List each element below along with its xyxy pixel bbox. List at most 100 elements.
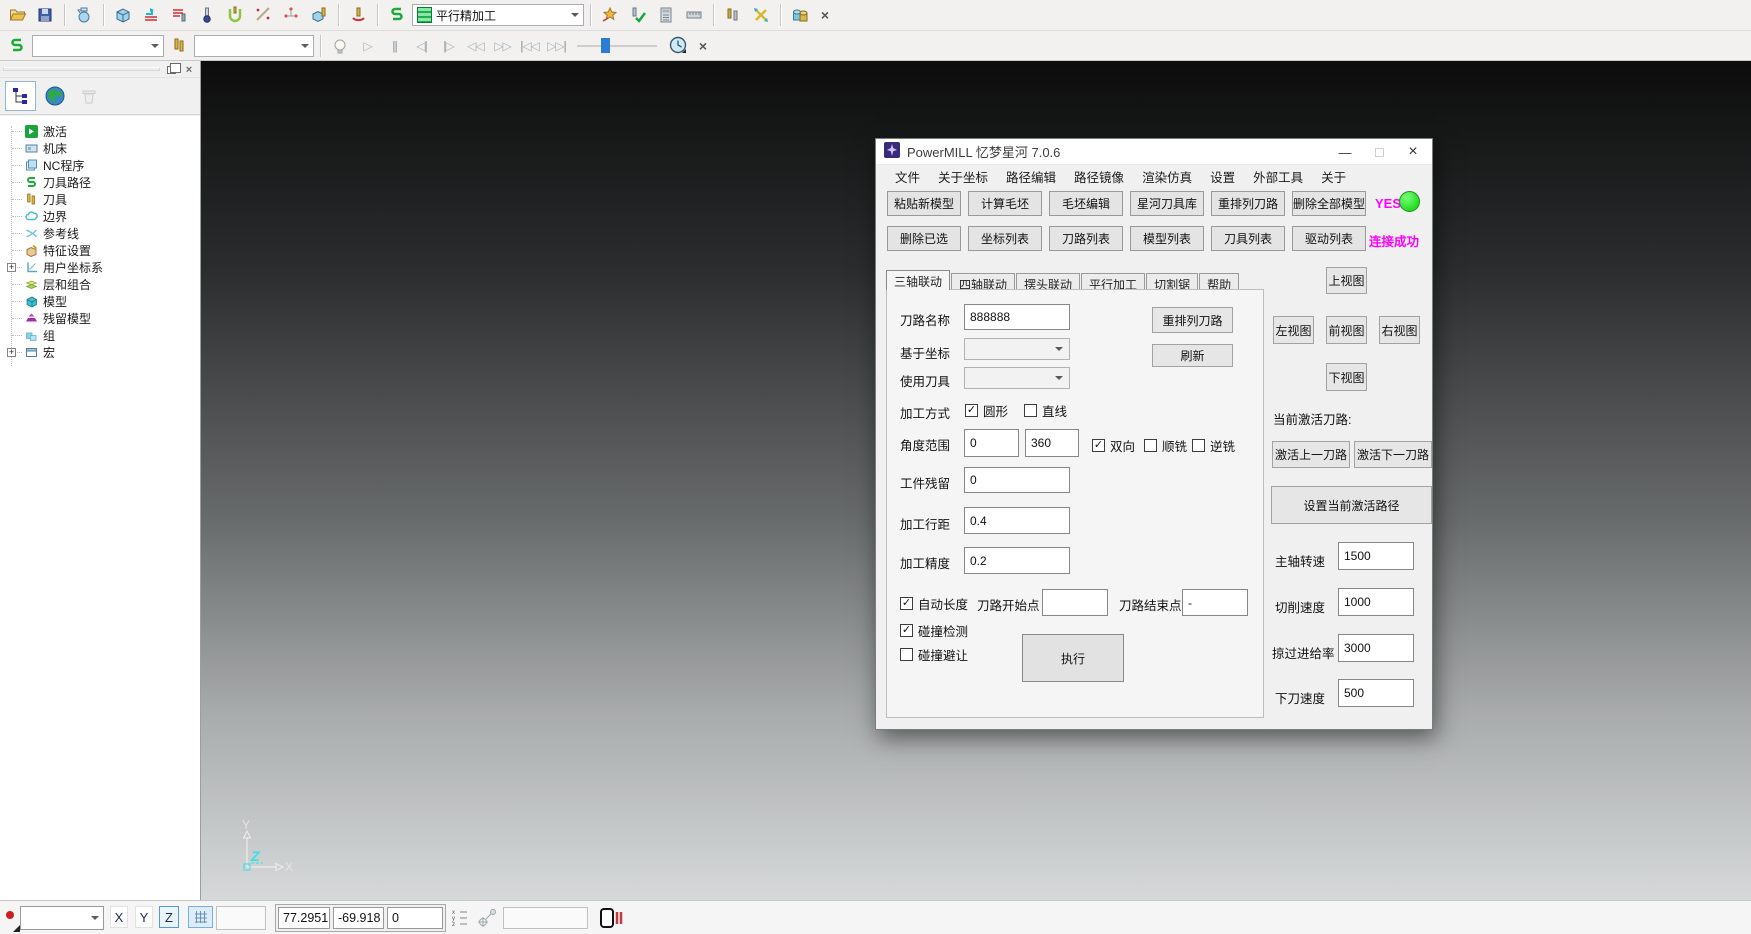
- rearrange-button[interactable]: 重排列刀路: [1152, 307, 1233, 333]
- checkbox-checked[interactable]: ✓: [900, 597, 913, 610]
- coord-readout-icon[interactable]: xyz: [452, 908, 470, 932]
- drive-list-button[interactable]: 驱动列表: [1292, 226, 1366, 251]
- angle-to-input[interactable]: 360: [1025, 429, 1079, 457]
- expand-icon[interactable]: +: [7, 263, 16, 272]
- view-bottom-button[interactable]: 下视图: [1326, 363, 1367, 391]
- tab-saw-cut[interactable]: 切割锯: [1146, 273, 1198, 290]
- play-icon[interactable]: ▷: [355, 35, 380, 57]
- start-point-input[interactable]: [1042, 589, 1108, 616]
- probe-pick-icon[interactable]: [477, 908, 497, 932]
- menu-path-edit[interactable]: 路径编辑: [997, 167, 1065, 186]
- sim-toolpath-combobox[interactable]: [32, 35, 164, 57]
- toolpath-verify-icon[interactable]: [625, 3, 651, 28]
- toolbar-close-icon[interactable]: ×: [815, 5, 835, 25]
- skim-feed-input[interactable]: 3000: [1338, 634, 1414, 662]
- view-top-button[interactable]: 上视图: [1326, 267, 1367, 294]
- web-globe-tab[interactable]: [39, 81, 70, 111]
- tree-item-patterns[interactable]: 参考线: [7, 225, 200, 242]
- workplane-icon[interactable]: [306, 3, 332, 28]
- shade-lightbulb-icon[interactable]: [327, 33, 353, 58]
- slider-handle[interactable]: [601, 38, 610, 53]
- model-list-button[interactable]: 模型列表: [1130, 226, 1204, 251]
- menu-path-mirror[interactable]: 路径镜像: [1065, 167, 1133, 186]
- chevron-down-icon[interactable]: [571, 13, 579, 17]
- tree-item-groups[interactable]: 组: [7, 327, 200, 344]
- collision-check-checkbox[interactable]: ✓碰撞检测: [900, 621, 968, 640]
- tree-item-toolpaths[interactable]: 刀具路径: [7, 174, 200, 191]
- chevron-down-icon[interactable]: [151, 44, 159, 48]
- tree-item-models[interactable]: 模型: [7, 293, 200, 310]
- checkbox-unchecked[interactable]: [900, 648, 913, 661]
- feeds-speeds-icon[interactable]: [138, 3, 164, 28]
- go-to-end-icon[interactable]: ▷▷|: [544, 35, 569, 57]
- step-forward-icon[interactable]: |▷: [436, 35, 461, 57]
- climb-mill-checkbox[interactable]: 顺铣: [1144, 436, 1187, 455]
- paste-new-model-button[interactable]: 粘贴新模型: [887, 191, 961, 216]
- mode-circle-checkbox[interactable]: ✓圆形: [965, 401, 1008, 420]
- toolpath-name-input[interactable]: 888888: [964, 304, 1070, 330]
- active-strategy-combobox[interactable]: 平行精加工: [412, 4, 584, 26]
- menu-external-tools[interactable]: 外部工具: [1244, 167, 1312, 186]
- use-tool-select[interactable]: [964, 367, 1070, 389]
- maximize-icon[interactable]: [1362, 139, 1396, 165]
- checkbox-checked[interactable]: ✓: [900, 624, 913, 637]
- grid-size-field[interactable]: [216, 906, 266, 930]
- save-project-icon[interactable]: [32, 3, 58, 28]
- delete-all-models-button[interactable]: 删除全部模型: [1292, 191, 1366, 216]
- screen-rotate-icon[interactable]: [600, 907, 626, 931]
- sim-tool-combobox[interactable]: [194, 35, 314, 57]
- cutting-speed-input[interactable]: 1000: [1338, 588, 1414, 616]
- fast-forward-icon[interactable]: ▷▷: [490, 35, 515, 57]
- feature-set-icon[interactable]: [278, 3, 304, 28]
- checkbox-unchecked[interactable]: [1144, 439, 1157, 452]
- open-project-icon[interactable]: [4, 3, 30, 28]
- coord-z-field[interactable]: 0: [387, 907, 443, 929]
- tab-help[interactable]: 帮助: [1199, 273, 1239, 290]
- panel-grip-bar[interactable]: ×: [0, 61, 200, 78]
- tool-change-icon[interactable]: [720, 3, 746, 28]
- tree-item-feature-sets[interactable]: 特征设置: [7, 242, 200, 259]
- stepover-input[interactable]: 0.4: [964, 507, 1070, 534]
- calculator-icon[interactable]: [653, 3, 679, 28]
- rearrange-toolpaths-button[interactable]: 重排列刀路: [1211, 191, 1285, 216]
- collision-avoid-checkbox[interactable]: 碰撞避让: [900, 645, 968, 664]
- workplane-combobox[interactable]: [20, 906, 104, 930]
- toolpath-list-button[interactable]: 刀路列表: [1049, 226, 1123, 251]
- view-front-button[interactable]: 前视图: [1326, 316, 1367, 344]
- tree-item-stock-models[interactable]: 残留模型: [7, 310, 200, 327]
- refresh-button[interactable]: 刷新: [1152, 344, 1233, 367]
- tree-item-macros[interactable]: +宏: [7, 344, 200, 361]
- tree-item-tools[interactable]: 刀具: [7, 191, 200, 208]
- block-edit-button[interactable]: 毛坯编辑: [1049, 191, 1123, 216]
- angle-from-input[interactable]: 0: [964, 429, 1019, 457]
- go-to-start-icon[interactable]: |◁◁: [517, 35, 542, 57]
- mode-line-checkbox[interactable]: 直线: [1024, 401, 1067, 420]
- axis-z-button[interactable]: Z: [159, 906, 179, 928]
- based-coord-select[interactable]: [964, 338, 1070, 360]
- transform-icon[interactable]: [748, 3, 774, 28]
- tree-item-machine-tool[interactable]: 机床: [7, 140, 200, 157]
- collision-check-icon[interactable]: [787, 3, 813, 28]
- stock-allowance-input[interactable]: 0: [964, 467, 1070, 493]
- execute-button[interactable]: 执行: [1022, 634, 1124, 682]
- conventional-mill-checkbox[interactable]: 逆铣: [1192, 436, 1235, 455]
- grid-toggle-button[interactable]: [188, 906, 213, 928]
- expand-icon[interactable]: +: [7, 348, 16, 357]
- minimize-icon[interactable]: —: [1328, 139, 1362, 165]
- menu-about[interactable]: 关于: [1312, 167, 1355, 186]
- step-back-icon[interactable]: ◁|: [409, 35, 434, 57]
- menu-file[interactable]: 文件: [886, 167, 929, 186]
- coord-x-field[interactable]: 77.2951: [278, 907, 330, 929]
- menu-about-coords[interactable]: 关于坐标: [929, 167, 997, 186]
- pattern-icon[interactable]: [250, 3, 276, 28]
- axis-y-button[interactable]: Y: [135, 906, 153, 928]
- block-icon[interactable]: [110, 3, 136, 28]
- menu-settings[interactable]: 设置: [1201, 167, 1244, 186]
- activate-next-button[interactable]: 激活下一刀路: [1354, 441, 1432, 468]
- set-active-path-button[interactable]: 设置当前激活路径: [1271, 486, 1432, 524]
- end-point-input[interactable]: -: [1182, 589, 1248, 616]
- tab-3axis[interactable]: 三轴联动: [886, 270, 950, 290]
- print-icon[interactable]: [71, 3, 97, 28]
- tool-icon[interactable]: [194, 3, 220, 28]
- tree-item-boundaries[interactable]: 边界: [7, 208, 200, 225]
